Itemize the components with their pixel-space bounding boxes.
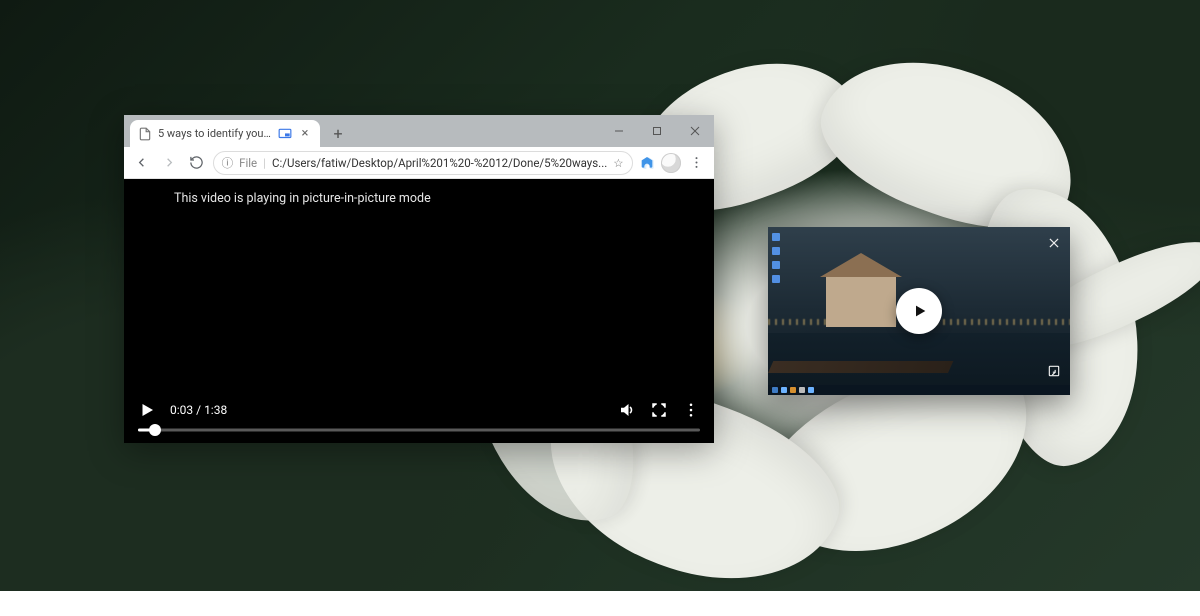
- video-fullscreen-button[interactable]: [650, 401, 668, 419]
- window-minimize-button[interactable]: [600, 115, 638, 147]
- video-duration: 1:38: [204, 403, 227, 417]
- nav-back-button[interactable]: [130, 150, 154, 176]
- url-scheme: File: [239, 156, 257, 170]
- address-bar: ⓘ File | C:/Users/fatiw/Desktop/April%20…: [124, 147, 714, 179]
- new-tab-button[interactable]: +: [326, 121, 350, 145]
- pip-close-button[interactable]: [1044, 233, 1064, 253]
- nav-forward-button[interactable]: [158, 150, 182, 176]
- tab-strip: 5 ways to identify your Wind × +: [124, 115, 714, 147]
- site-info-icon[interactable]: ⓘ: [222, 155, 234, 171]
- video-play-button[interactable]: [138, 401, 156, 419]
- tab-title: 5 ways to identify your Wind: [158, 127, 272, 140]
- window-controls: [600, 115, 714, 147]
- url-separator: |: [263, 156, 266, 170]
- pip-window[interactable]: [768, 227, 1070, 395]
- extension-icon[interactable]: [637, 152, 657, 174]
- bookmark-star-icon[interactable]: ☆: [613, 156, 623, 170]
- page-icon: [138, 127, 152, 141]
- browser-window: 5 ways to identify your Wind × +: [124, 115, 714, 443]
- omnibox[interactable]: ⓘ File | C:/Users/fatiw/Desktop/April%20…: [213, 151, 633, 175]
- tab-close-button[interactable]: ×: [298, 127, 312, 141]
- nav-reload-button[interactable]: [185, 150, 209, 176]
- video-controls: 0:03 / 1:38: [124, 395, 714, 443]
- pip-indicator-icon: [278, 127, 292, 141]
- browser-menu-button[interactable]: [685, 150, 709, 176]
- profile-avatar[interactable]: [661, 152, 681, 174]
- pip-status-text: This video is playing in picture-in-pict…: [174, 191, 431, 206]
- window-close-button[interactable]: [676, 115, 714, 147]
- pip-video-taskbar: [768, 385, 1070, 395]
- window-maximize-button[interactable]: [638, 115, 676, 147]
- url-path: C:/Users/fatiw/Desktop/April%201%20-%201…: [272, 156, 607, 170]
- browser-tab[interactable]: 5 ways to identify your Wind ×: [130, 120, 320, 147]
- video-more-button[interactable]: [682, 401, 700, 419]
- video-seek-bar[interactable]: [138, 423, 700, 437]
- video-volume-button[interactable]: [618, 401, 636, 419]
- pip-play-button[interactable]: [896, 288, 942, 334]
- pip-return-to-tab-button[interactable]: [1044, 361, 1064, 381]
- video-time: 0:03 / 1:38: [170, 403, 227, 417]
- page-content: This video is playing in picture-in-pict…: [124, 179, 714, 443]
- video-current-time: 0:03: [170, 403, 193, 417]
